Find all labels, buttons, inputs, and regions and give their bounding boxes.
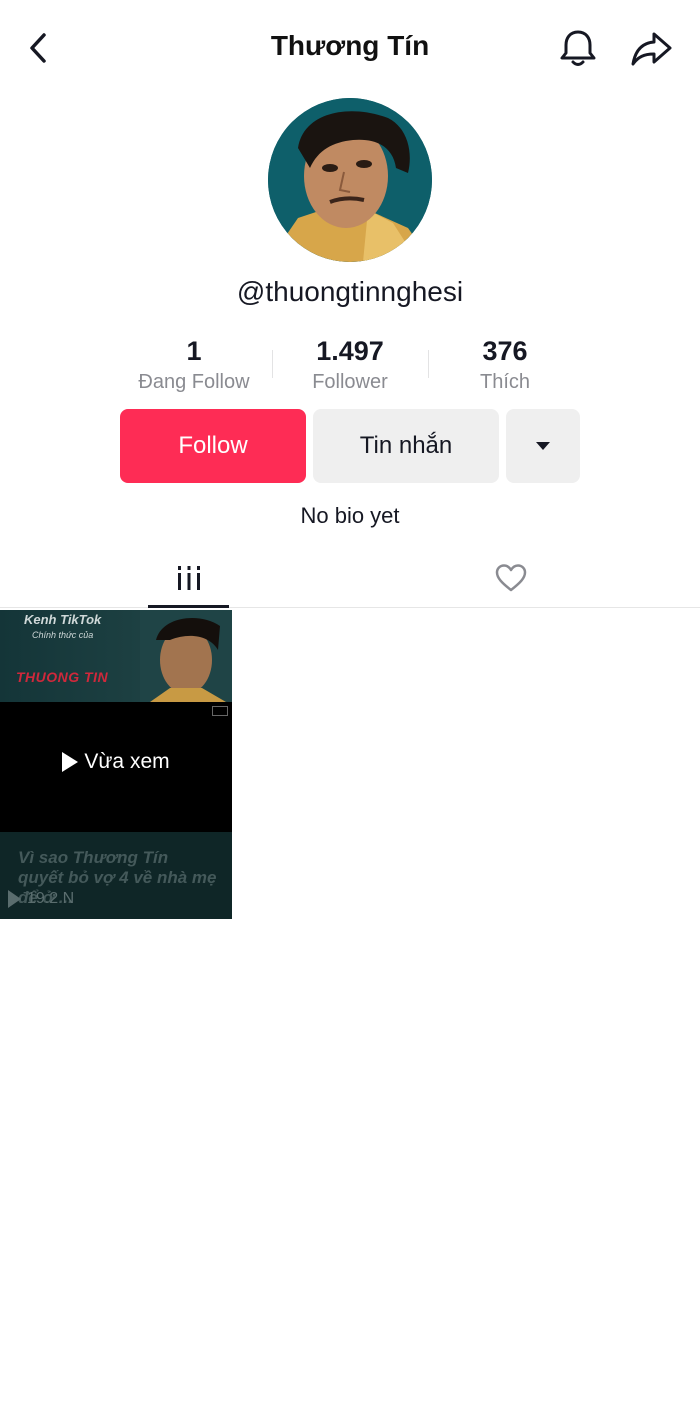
thumbnail-portrait: [140, 610, 232, 702]
share-arrow-icon: [631, 32, 672, 66]
play-outline-icon: [8, 890, 21, 908]
caret-down-icon: [536, 442, 550, 450]
following-stat[interactable]: 1 Đang Follow: [116, 334, 272, 396]
heart-outline-icon: [495, 564, 527, 592]
followers-stat[interactable]: 1.497 Follower: [272, 334, 428, 396]
active-tab-indicator: [148, 605, 229, 608]
video-thumbnail[interactable]: Kenh TikTok Chính thức của THUONG TIN Vừ…: [0, 610, 232, 919]
likes-label: Thích: [479, 371, 531, 393]
content-tabs: [0, 548, 700, 608]
profile-page: Thương Tín @thuongtinnghesi 1 Đang Follo…: [0, 0, 700, 1401]
view-count: 19.2 N: [8, 890, 74, 908]
thumbnail-brand-line3: THUONG TIN: [16, 669, 109, 685]
avatar[interactable]: [268, 98, 432, 262]
tab-videos[interactable]: [148, 548, 229, 608]
recently-watched-text: Vừa xem: [84, 750, 170, 773]
caption-box-icon: [212, 706, 228, 716]
more-options-button[interactable]: [506, 409, 580, 483]
tab-liked[interactable]: [480, 548, 542, 608]
stat-divider: [272, 350, 273, 378]
bio-text: No bio yet: [300, 503, 400, 528]
thumbnail-banner: Kenh TikTok Chính thức của THUONG TIN: [0, 610, 232, 702]
bell-icon: [560, 30, 596, 66]
message-button[interactable]: Tin nhắn: [313, 409, 499, 483]
recently-watched-label: Vừa xem: [0, 750, 232, 774]
followers-label: Follower: [312, 371, 388, 393]
grid-bars-icon: [177, 566, 200, 590]
likes-count: 376: [482, 336, 528, 366]
thumbnail-brand-line1: Kenh TikTok: [24, 612, 102, 627]
thumbnail-brand-line2: Chính thức của: [32, 630, 94, 640]
followers-count: 1.497: [316, 336, 384, 366]
follow-button[interactable]: Follow: [120, 409, 306, 483]
share-button[interactable]: [628, 26, 676, 70]
username: @thuongtinnghesi: [236, 276, 464, 307]
profile-stats: 1 Đang Follow 1.497 Follower 376 Thích: [0, 334, 700, 400]
avatar-image: [268, 98, 432, 262]
play-icon: [62, 752, 79, 772]
stat-divider: [428, 350, 429, 378]
following-label: Đang Follow: [138, 371, 250, 393]
likes-stat: 376 Thích: [427, 334, 583, 396]
view-count-text: 19.2 N: [27, 890, 75, 907]
following-count: 1: [186, 336, 202, 366]
notifications-button[interactable]: [556, 26, 600, 70]
top-bar: Thương Tín: [0, 0, 700, 96]
